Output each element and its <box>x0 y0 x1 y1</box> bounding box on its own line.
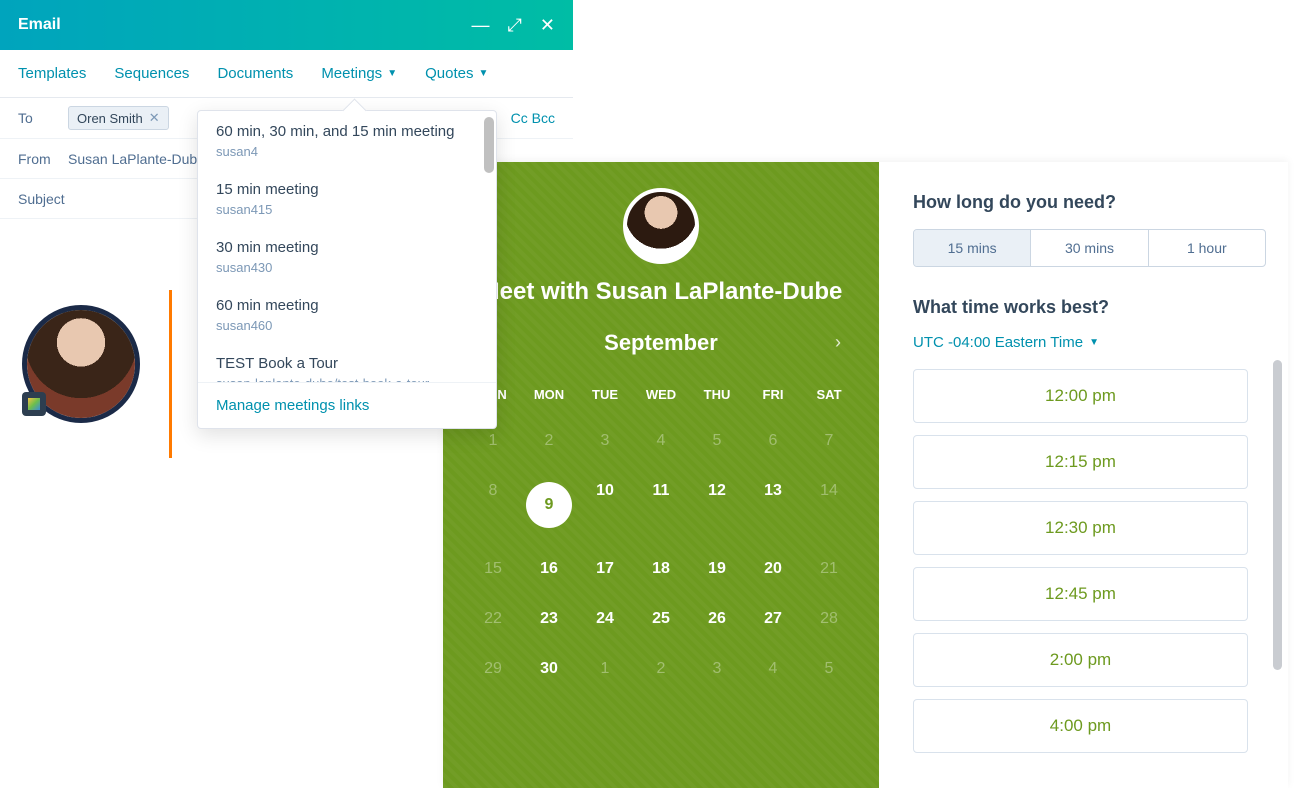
meeting-link-option[interactable]: 30 min meeting susan430 <box>198 227 496 285</box>
calendar-day[interactable]: 13 <box>745 466 801 544</box>
calendar-day[interactable]: 26 <box>689 594 745 644</box>
calendar-day[interactable]: 10 <box>577 466 633 544</box>
from-label: From <box>18 151 68 167</box>
duration-selector: 15 mins30 mins1 hour <box>913 229 1266 267</box>
meeting-link-option[interactable]: 60 min, 30 min, and 15 min meeting susan… <box>198 111 496 169</box>
calendar-day: 14 <box>801 466 857 544</box>
close-icon[interactable]: ✕ <box>540 15 555 36</box>
calendar-day: 1 <box>577 644 633 694</box>
integration-badge-icon[interactable] <box>22 392 46 416</box>
duration-heading: How long do you need? <box>913 192 1266 213</box>
calendar-day: 22 <box>465 594 521 644</box>
timezone-selector[interactable]: UTC -04:00 Eastern Time ▼ <box>913 334 1099 351</box>
to-label: To <box>18 110 68 126</box>
calendar-day: 6 <box>745 416 801 466</box>
calendar-day[interactable]: 20 <box>745 544 801 594</box>
duration-option[interactable]: 30 mins <box>1030 230 1147 266</box>
meeting-title: Meet with Susan LaPlante-Dube <box>465 278 857 306</box>
duration-option[interactable]: 1 hour <box>1148 230 1265 266</box>
dropdown-scrollbar[interactable] <box>484 117 494 173</box>
time-slot[interactable]: 12:45 pm <box>913 567 1248 621</box>
selection-accent <box>169 290 172 458</box>
chevron-down-icon: ▼ <box>1089 337 1099 348</box>
subject-label: Subject <box>18 191 78 207</box>
day-of-week-label: MON <box>521 379 577 416</box>
time-slot[interactable]: 2:00 pm <box>913 633 1248 687</box>
calendar-day: 4 <box>633 416 689 466</box>
day-of-week-label: WED <box>633 379 689 416</box>
window-controls: — ⤢ ✕ <box>472 15 556 36</box>
calendar-day[interactable]: 27 <box>745 594 801 644</box>
calendar-day[interactable]: 17 <box>577 544 633 594</box>
time-slot[interactable]: 12:15 pm <box>913 435 1248 489</box>
calendar-day: 29 <box>465 644 521 694</box>
window-title: Email <box>18 16 61 34</box>
tab-documents[interactable]: Documents <box>217 65 293 82</box>
compose-toolbar: Templates Sequences Documents Meetings▼ … <box>0 50 573 98</box>
time-slot[interactable]: 4:00 pm <box>913 699 1248 753</box>
from-value: Susan LaPlante-Dub <box>68 151 197 167</box>
minimize-icon[interactable]: — <box>472 15 490 36</box>
time-slot[interactable]: 12:30 pm <box>913 501 1248 555</box>
meeting-link-option[interactable]: TEST Book a Tour susan-laplante-dube/tes… <box>198 343 496 382</box>
expand-icon[interactable]: ⤢ <box>508 15 522 36</box>
meeting-link-option[interactable]: 15 min meeting susan415 <box>198 169 496 227</box>
day-of-week-label: SAT <box>801 379 857 416</box>
calendar-day: 8 <box>465 466 521 544</box>
calendar-day: 2 <box>521 416 577 466</box>
day-of-week-label: THU <box>689 379 745 416</box>
recipient-name: Oren Smith <box>77 111 143 126</box>
calendar-day: 28 <box>801 594 857 644</box>
calendar-day[interactable]: 16 <box>521 544 577 594</box>
time-heading: What time works best? <box>913 297 1266 318</box>
slots-scrollbar[interactable] <box>1273 360 1282 670</box>
tab-meetings[interactable]: Meetings▼ <box>321 65 397 82</box>
remove-recipient-icon[interactable]: ✕ <box>149 110 160 126</box>
calendar-day[interactable]: 30 <box>521 644 577 694</box>
meeting-panel: Meet with Susan LaPlante-Dube ‹ Septembe… <box>443 162 1288 788</box>
calendar-day: 7 <box>801 416 857 466</box>
calendar-day[interactable]: 18 <box>633 544 689 594</box>
chevron-down-icon: ▼ <box>478 68 488 79</box>
cc-bcc-link[interactable]: Cc Bcc <box>511 110 555 126</box>
tab-sequences[interactable]: Sequences <box>114 65 189 82</box>
meeting-link-option[interactable]: 60 min meeting susan460 <box>198 285 496 343</box>
calendar-day: 2 <box>633 644 689 694</box>
day-of-week-label: FRI <box>745 379 801 416</box>
calendar-day[interactable]: 25 <box>633 594 689 644</box>
manage-meetings-link[interactable]: Manage meetings links <box>198 382 496 428</box>
calendar-day: 4 <box>745 644 801 694</box>
time-slots-pane: How long do you need? 15 mins30 mins1 ho… <box>879 162 1288 788</box>
calendar-day[interactable]: 23 <box>521 594 577 644</box>
calendar-day[interactable]: 9 <box>521 466 577 544</box>
calendar-day: 3 <box>577 416 633 466</box>
calendar-day[interactable]: 12 <box>689 466 745 544</box>
calendar-day[interactable]: 11 <box>633 466 689 544</box>
calendar-day: 21 <box>801 544 857 594</box>
chevron-down-icon: ▼ <box>387 68 397 79</box>
calendar-day: 5 <box>801 644 857 694</box>
time-slot[interactable]: 12:00 pm <box>913 369 1248 423</box>
calendar-day: 3 <box>689 644 745 694</box>
next-month-icon[interactable]: › <box>827 328 849 357</box>
meetings-dropdown: 60 min, 30 min, and 15 min meeting susan… <box>197 110 497 429</box>
host-avatar <box>623 188 699 264</box>
duration-option[interactable]: 15 mins <box>914 230 1030 266</box>
tab-quotes[interactable]: Quotes▼ <box>425 65 488 82</box>
calendar: Meet with Susan LaPlante-Dube ‹ Septembe… <box>443 162 879 788</box>
month-label: September <box>604 330 718 356</box>
calendar-day: 15 <box>465 544 521 594</box>
recipient-chip[interactable]: Oren Smith ✕ <box>68 106 169 130</box>
email-header: Email — ⤢ ✕ <box>0 0 573 50</box>
tab-templates[interactable]: Templates <box>18 65 86 82</box>
calendar-day[interactable]: 19 <box>689 544 745 594</box>
day-of-week-label: TUE <box>577 379 633 416</box>
month-nav: ‹ September › <box>465 328 857 357</box>
calendar-day: 5 <box>689 416 745 466</box>
calendar-day[interactable]: 24 <box>577 594 633 644</box>
